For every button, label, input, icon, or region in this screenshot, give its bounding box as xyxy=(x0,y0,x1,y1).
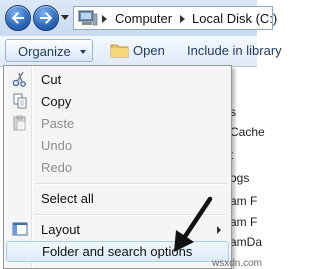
menu-item-label: Undo xyxy=(41,138,73,153)
menu-item-copy[interactable]: Copy xyxy=(6,91,229,112)
breadcrumb-separator-icon[interactable] xyxy=(180,15,185,23)
breadcrumb-separator-icon[interactable] xyxy=(102,15,107,23)
menu-item-label: Redo xyxy=(41,160,73,175)
list-item[interactable]: am F xyxy=(230,194,257,208)
address-area: Computer Local Disk (C:) xyxy=(0,0,277,36)
list-item[interactable]: am F xyxy=(230,215,257,229)
chevron-down-icon xyxy=(80,50,86,54)
copy-icon xyxy=(13,93,27,109)
submenu-arrow-icon xyxy=(217,226,221,234)
list-item[interactable]: Cache xyxy=(230,125,265,139)
scissors-icon xyxy=(12,71,26,87)
layout-icon xyxy=(12,222,28,236)
command-toolbar: Organize Open Include in library xyxy=(0,36,282,67)
breadcrumb-computer[interactable]: Computer xyxy=(115,11,172,26)
menu-item-paste[interactable]: Paste xyxy=(6,113,229,134)
paste-icon xyxy=(13,115,26,131)
back-button[interactable] xyxy=(5,5,31,31)
back-arrow-icon xyxy=(11,12,24,24)
organize-button[interactable]: Organize xyxy=(5,39,93,62)
forward-button[interactable] xyxy=(33,5,59,31)
open-label: Open xyxy=(133,43,165,58)
pointer-arrow-icon xyxy=(174,196,213,252)
list-item[interactable]: amDa xyxy=(230,235,262,249)
menu-item-label: Copy xyxy=(41,94,72,109)
menu-item-undo[interactable]: Undo xyxy=(6,135,229,156)
breadcrumb-local-disk[interactable]: Local Disk (C:) xyxy=(192,11,277,26)
organize-label: Organize xyxy=(18,44,71,59)
open-button[interactable]: Open xyxy=(110,39,170,62)
folder-icon xyxy=(110,44,129,58)
menu-item-cut[interactable]: Cut xyxy=(6,69,229,90)
menu-item-label: Select all xyxy=(41,191,94,206)
recent-pages-chevron-down-icon[interactable] xyxy=(61,15,69,20)
address-box[interactable]: Computer Local Disk (C:) xyxy=(73,6,277,30)
menu-item-label: Layout xyxy=(41,222,81,237)
menu-item-redo[interactable]: Redo xyxy=(6,157,229,178)
menu-item-label: Paste xyxy=(41,116,75,131)
menu-item-label: Cut xyxy=(41,72,62,87)
forward-arrow-icon xyxy=(40,12,53,24)
list-item[interactable]: ogs xyxy=(230,171,249,185)
menu-separator xyxy=(35,183,227,185)
include-in-library-button[interactable]: Include in library xyxy=(187,43,282,58)
computer-icon xyxy=(78,10,98,26)
watermark: wsxdn.com xyxy=(212,258,263,269)
